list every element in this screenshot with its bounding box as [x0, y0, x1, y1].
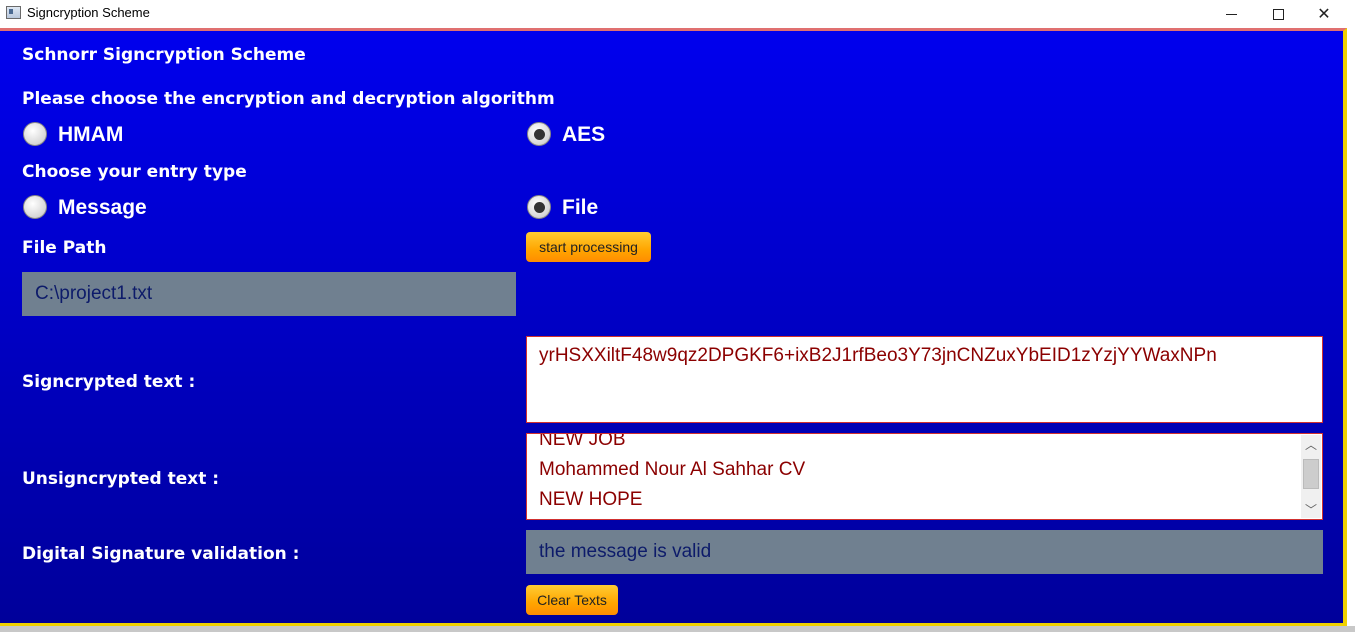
unsigncrypted-label: Unsigncrypted text : [22, 469, 220, 489]
file-path-label: File Path [22, 238, 107, 258]
signcrypted-textarea[interactable]: yrHSXXiltF48w9qz2DPGKF6+ixB2J1rfBeo3Y73j… [526, 336, 1323, 423]
unsigncrypted-textarea[interactable]: NEW JOB Mohammed Nour Al Sahhar CV NEW H… [526, 433, 1323, 520]
signcrypted-value: yrHSXXiltF48w9qz2DPGKF6+ixB2J1rfBeo3Y73j… [539, 345, 1217, 366]
taskbar-edge [0, 626, 1355, 632]
radio-hmam[interactable] [23, 122, 47, 146]
scroll-down-icon[interactable]: ﹀ [1301, 500, 1321, 518]
close-button[interactable]: ✕ [1301, 0, 1347, 28]
radio-aes[interactable] [527, 122, 551, 146]
entry-type-prompt: Choose your entry type [22, 162, 247, 182]
title-bar: Signcryption Scheme ✕ [0, 0, 1355, 28]
radio-hmam-label[interactable]: HMAM [58, 123, 123, 147]
file-path-input[interactable]: C:\project1.txt [22, 272, 516, 316]
app-icon [6, 6, 21, 19]
scroll-thumb[interactable] [1303, 459, 1319, 489]
algorithm-prompt: Please choose the encryption and decrypt… [22, 89, 555, 109]
app-window: Signcryption Scheme ✕ Schnorr Signcrypti… [0, 0, 1355, 632]
window-title: Signcryption Scheme [27, 5, 150, 20]
radio-message[interactable] [23, 195, 47, 219]
radio-file-label[interactable]: File [562, 196, 598, 220]
radio-file[interactable] [527, 195, 551, 219]
signcrypted-label: Signcrypted text : [22, 372, 196, 392]
clear-texts-button[interactable]: Clear Texts [526, 585, 618, 615]
scroll-up-icon[interactable]: ︿ [1301, 435, 1321, 453]
minimize-icon [1225, 13, 1237, 15]
main-panel: Schnorr Signcryption Scheme Please choos… [0, 28, 1347, 626]
maximize-icon [1272, 8, 1284, 20]
list-item: NEW HOPE [539, 489, 643, 510]
radio-message-label[interactable]: Message [58, 196, 147, 220]
minimize-button[interactable] [1208, 0, 1254, 28]
vertical-scrollbar[interactable]: ︿ ﹀ [1301, 435, 1321, 518]
radio-aes-label[interactable]: AES [562, 123, 605, 147]
app-heading: Schnorr Signcryption Scheme [22, 45, 306, 65]
validation-label: Digital Signature validation : [22, 544, 300, 564]
maximize-button[interactable] [1255, 0, 1301, 28]
close-icon: ✕ [1317, 6, 1331, 23]
list-item: NEW JOB [539, 433, 626, 450]
start-processing-button[interactable]: start processing [526, 232, 651, 262]
list-item: Mohammed Nour Al Sahhar CV [539, 459, 806, 480]
validation-output: the message is valid [526, 530, 1323, 574]
